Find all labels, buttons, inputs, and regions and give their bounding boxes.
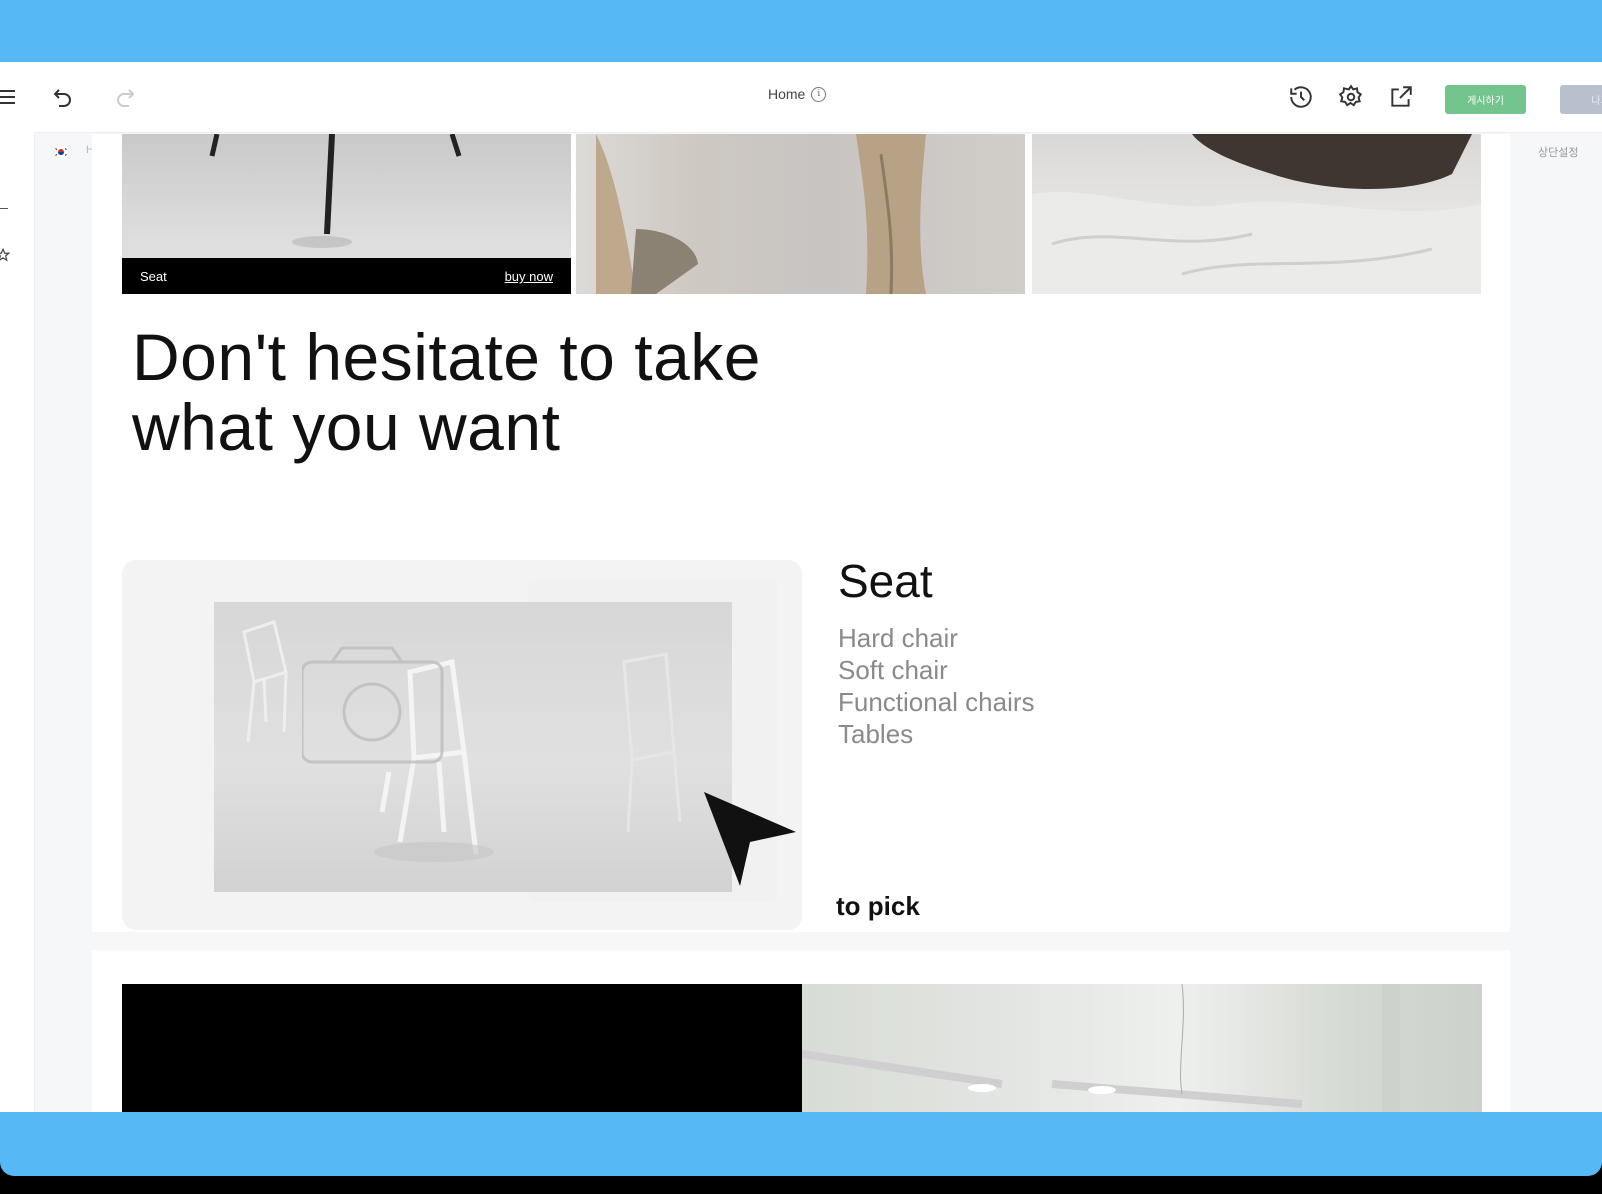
external-link-icon[interactable]	[1386, 82, 1416, 112]
wooden-chair-photo[interactable]	[576, 134, 1025, 294]
editor-toolbar: Home i 게시하기 나가기	[0, 62, 1602, 133]
camera-icon	[300, 644, 482, 769]
caption-bar: Seat buy now	[122, 258, 571, 294]
history-icon[interactable]	[1286, 82, 1316, 112]
caption-seat: Seat	[140, 269, 167, 284]
category-item[interactable]: Soft chair	[838, 654, 1035, 686]
category-title[interactable]: Seat	[838, 554, 933, 608]
redo-icon[interactable]	[110, 82, 140, 112]
top-setting-label[interactable]: 상단설정	[1538, 144, 1578, 160]
rail-divider	[0, 208, 8, 209]
publish-button[interactable]: 게시하기	[1445, 85, 1526, 114]
chair-legs-illustration	[209, 134, 462, 248]
headline[interactable]: Don't hesitate to take what you want	[132, 322, 1032, 462]
next-section[interactable]	[92, 950, 1510, 1112]
gear-icon[interactable]	[1336, 82, 1366, 112]
editor-window: Home i 게시하기 나가기 H 상단설정	[0, 62, 1602, 1112]
to-pick-link[interactable]: to pick	[836, 891, 920, 922]
category-item[interactable]: Functional chairs	[838, 686, 1035, 718]
content-section[interactable]: Seat buy now Don't hesitate to take what…	[92, 134, 1510, 932]
video-frame-top	[0, 0, 1602, 62]
page-title-label: Home	[768, 86, 806, 102]
bedding-illustration	[1032, 134, 1481, 294]
pendant-lights-photo[interactable]	[802, 984, 1482, 1112]
undo-icon[interactable]	[48, 82, 78, 112]
left-rail	[0, 132, 35, 1112]
bedding-photo[interactable]	[1032, 134, 1481, 294]
headline-line-2: what you want	[132, 390, 561, 464]
image-card[interactable]	[122, 560, 802, 930]
chair-legs-photo[interactable]: Seat buy now	[122, 134, 571, 294]
star-icon[interactable]	[0, 247, 11, 267]
korea-flag-icon[interactable]	[53, 145, 69, 159]
page-title[interactable]: Home i	[768, 86, 827, 102]
buy-now-link[interactable]: buy now	[505, 269, 553, 284]
category-item[interactable]: Hard chair	[838, 622, 1035, 654]
menu-icon[interactable]	[0, 82, 22, 112]
exit-button[interactable]: 나가기	[1560, 85, 1602, 114]
headline-line-1: Don't hesitate to take	[132, 320, 761, 394]
video-frame-bottom	[0, 1112, 1602, 1176]
category-item[interactable]: Tables	[838, 718, 1035, 750]
wooden-chair-illustration	[596, 134, 926, 294]
info-icon[interactable]: i	[811, 86, 827, 102]
category-list: Hard chair Soft chair Functional chairs …	[838, 622, 1035, 750]
black-panel[interactable]	[122, 984, 802, 1112]
mouse-cursor-icon	[700, 788, 800, 893]
pendant-lights-illustration	[802, 984, 1400, 1112]
